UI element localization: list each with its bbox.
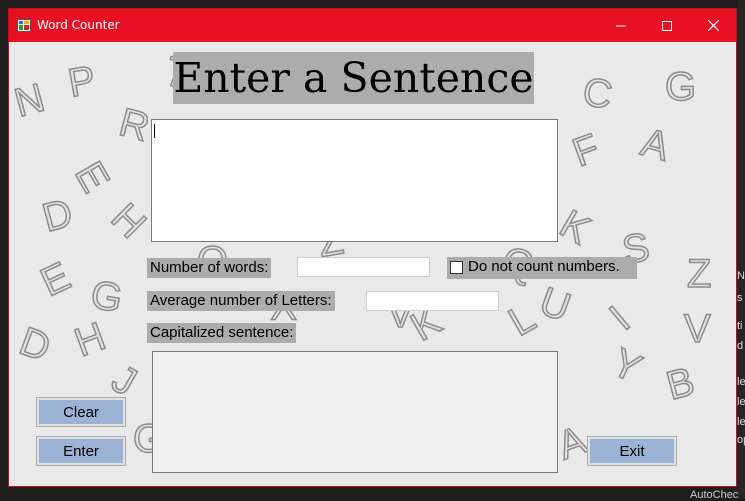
ide-side-text: le [737,396,745,408]
background-letter: R [115,100,154,150]
background-letter: H [69,314,111,365]
word-counter-window: Word Counter N P T R E D H E G D H C G A… [8,8,737,487]
title-bar[interactable]: Word Counter [9,9,736,42]
minimize-button[interactable] [598,9,644,42]
minimize-icon [616,25,626,26]
background-letter: P [65,58,99,106]
background-letter: E [34,254,77,305]
background-letter: Z [687,252,711,296]
background-letter: I [602,298,639,339]
app-icon [17,19,31,32]
background-letter: F [567,126,605,176]
average-letters-label: Average number of Letters: [147,291,335,311]
capitalized-sentence-label: Capitalized sentence: [147,323,297,343]
count-numbers-option[interactable]: Do not count numbers. [447,257,637,279]
ide-side-text: le [737,416,745,428]
background-letter: C [579,70,615,118]
background-letter: E [66,155,117,200]
ide-side-text: ti [737,320,743,332]
words-count-label: Number of words: [147,258,272,278]
background-letter: N [10,76,49,126]
background-letter: G [665,65,696,109]
clear-button[interactable]: Clear [36,397,126,427]
sentence-input[interactable] [151,119,558,242]
enter-button-label: Enter [39,439,123,463]
background-letter: G [87,273,125,322]
text-caret [154,124,155,138]
page-title: Enter a Sentence [173,52,534,104]
ide-below-text: AutoChec [690,489,739,501]
ide-side-text: s [737,292,743,304]
ide-side-text: op [737,434,745,446]
background-letter: A [637,120,674,169]
form-client-area: N P T R E D H E G D H C G A F K S Z U I … [9,42,736,486]
count-numbers-checkbox[interactable] [450,261,463,274]
background-letter: K [553,202,598,254]
maximize-icon [662,20,672,31]
background-letter: H [103,195,155,247]
background-letter: D [38,191,77,241]
close-button[interactable] [690,9,736,42]
enter-button[interactable]: Enter [36,436,126,466]
background-letter: D [14,319,56,370]
ide-side-text: le [737,376,745,388]
clear-button-label: Clear [39,400,123,424]
close-icon [707,20,719,31]
ide-side-text: N [737,270,745,282]
background-letter: B [662,359,699,408]
background-letter: U [534,279,576,330]
background-letter: V [684,307,711,351]
count-numbers-checkbox-label[interactable]: Do not count numbers. [468,258,620,275]
exit-button-label: Exit [590,439,674,463]
capitalized-sentence-output[interactable] [152,351,558,473]
ide-side-text: d [737,340,744,352]
words-count-field[interactable] [297,257,430,277]
average-letters-field[interactable] [366,291,499,311]
exit-button[interactable]: Exit [587,436,677,466]
maximize-button[interactable] [644,9,690,42]
background-letter: Y [605,340,648,391]
window-title: Word Counter [37,18,120,32]
